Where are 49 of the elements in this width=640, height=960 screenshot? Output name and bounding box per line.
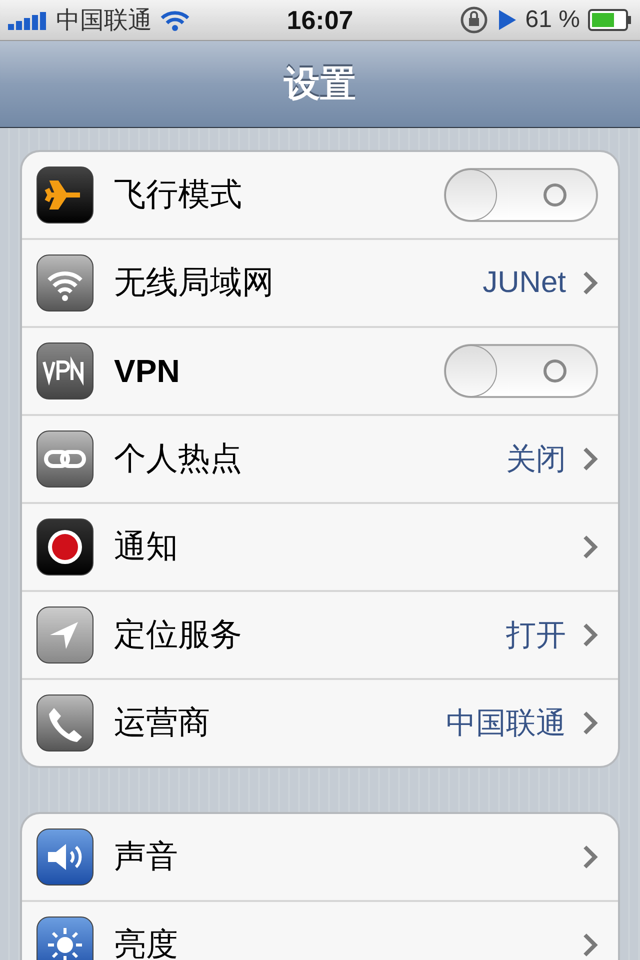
battery-icon — [588, 9, 632, 31]
settings-row[interactable]: 无线局域网 JUNet — [22, 238, 618, 326]
wifi-icon — [160, 9, 190, 31]
carrier-name: 中国联通 — [56, 6, 152, 36]
status-time: 16:07 — [286, 4, 354, 36]
signal-icon — [8, 10, 48, 30]
chevron-icon — [582, 270, 598, 296]
play-icon — [497, 9, 518, 31]
row-label: 亮度 — [114, 925, 179, 960]
settings-row[interactable]: 声音 — [22, 814, 618, 900]
row-label: 飞行模式 — [114, 175, 243, 214]
row-label: 定位服务 — [114, 615, 243, 654]
row-label: 运营商 — [114, 703, 211, 742]
row-value: 中国联通 — [446, 706, 566, 742]
row-value: 关闭 — [506, 442, 566, 478]
vpn-icon — [36, 342, 94, 400]
arrow-pointer-icon — [36, 606, 94, 664]
toggle-switch[interactable] — [444, 344, 598, 398]
off-indicator-icon — [542, 358, 568, 384]
chevron-icon — [582, 446, 598, 472]
airplane-icon — [36, 166, 94, 224]
phone-icon — [36, 694, 94, 752]
row-value: 打开 — [506, 618, 566, 654]
settings-row[interactable]: 通知 — [22, 502, 618, 590]
row-label: 声音 — [114, 837, 179, 876]
toggle-switch[interactable] — [444, 168, 598, 222]
row-label: 无线局域网 — [114, 263, 275, 302]
row-label: 通知 — [114, 527, 179, 566]
settings-row[interactable]: 亮度 — [22, 900, 618, 960]
row-label: 个人热点 — [114, 439, 243, 478]
settings-row[interactable]: 运营商 中国联通 — [22, 678, 618, 766]
row-value: JUNet — [482, 266, 566, 300]
rotation-lock-icon — [459, 5, 490, 35]
settings-row[interactable]: 飞行模式 — [22, 152, 618, 238]
chevron-icon — [582, 622, 598, 648]
chevron-icon — [582, 534, 598, 560]
settings-row[interactable]: VPN — [22, 326, 618, 414]
off-indicator-icon — [542, 182, 568, 208]
settings-row[interactable]: 定位服务 打开 — [22, 590, 618, 678]
speaker-icon — [36, 828, 94, 886]
settings-row[interactable]: 个人热点 关闭 — [22, 414, 618, 502]
chevron-icon — [582, 932, 598, 958]
nav-title: 设置 — [284, 62, 356, 106]
row-label: VPN — [114, 352, 181, 390]
battery-percent: 61 % — [525, 6, 580, 34]
chain-link-icon — [36, 430, 94, 488]
wifi-icon — [36, 254, 94, 312]
chevron-icon — [582, 844, 598, 870]
chevron-icon — [582, 710, 598, 736]
